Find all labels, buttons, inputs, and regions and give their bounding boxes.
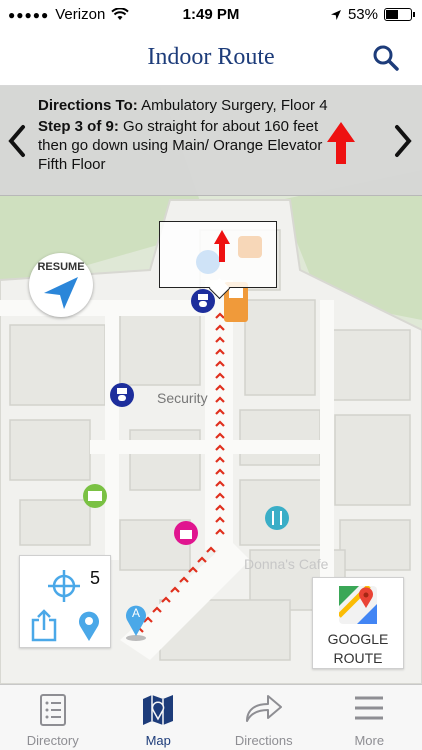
battery-percent: 53% bbox=[347, 6, 378, 23]
tab-more[interactable]: More bbox=[317, 685, 422, 750]
battery-fill bbox=[386, 10, 399, 19]
destination-line: Directions To: Ambulatory Surgery, Floor… bbox=[38, 96, 338, 115]
tab-more-label: More bbox=[354, 733, 385, 748]
chevron-left-icon[interactable] bbox=[6, 124, 28, 158]
restroom-icon bbox=[110, 383, 134, 407]
share-icon[interactable] bbox=[30, 608, 58, 642]
directions-text: Directions To: Ambulatory Surgery, Floor… bbox=[38, 96, 338, 176]
list-icon bbox=[39, 694, 66, 726]
step-callout bbox=[159, 221, 277, 288]
location-services-icon bbox=[330, 9, 341, 20]
tab-map[interactable]: Map bbox=[106, 685, 212, 750]
menu-icon bbox=[355, 696, 384, 720]
step-label: Step 3 of 9: bbox=[38, 118, 119, 135]
chevron-right-icon[interactable] bbox=[392, 124, 414, 158]
start-marker-label: A bbox=[132, 606, 140, 620]
destination-value: Ambulatory Surgery, Floor 4 bbox=[141, 97, 328, 114]
map-icon bbox=[143, 695, 174, 725]
atm-icon bbox=[83, 484, 107, 508]
restroom-icon bbox=[191, 289, 215, 313]
google-route-line1: GOOGLE bbox=[327, 631, 389, 647]
callout-content bbox=[196, 230, 262, 274]
status-bar: ●●●●● Verizon 1:49 PM 53% bbox=[0, 0, 422, 30]
shopping-bag-icon bbox=[174, 521, 198, 545]
navigation-arrow-icon bbox=[44, 277, 78, 309]
destination-label: Directions To: bbox=[38, 97, 138, 114]
tab-directions-label: Directions bbox=[234, 733, 293, 748]
poi-label-cafe: Donna's Cafe bbox=[244, 556, 329, 572]
tab-directory[interactable]: Directory bbox=[0, 685, 106, 750]
location-pin-icon[interactable] bbox=[78, 610, 100, 642]
tab-directions[interactable]: Directions bbox=[211, 685, 317, 750]
google-route-button[interactable]: GOOGLE ROUTE bbox=[312, 577, 404, 669]
tab-bar: Directory Map Directions More bbox=[0, 684, 422, 750]
battery-icon bbox=[384, 8, 415, 21]
directions-banner: Directions To: Ambulatory Surgery, Floor… bbox=[0, 86, 422, 196]
search-icon[interactable] bbox=[372, 44, 400, 72]
google-route-label: GOOGLE ROUTE bbox=[313, 630, 403, 668]
tab-map-label: Map bbox=[145, 733, 171, 748]
crosshair-icon[interactable] bbox=[46, 568, 82, 604]
directions-arrow-icon bbox=[245, 695, 282, 722]
google-maps-icon bbox=[339, 586, 377, 624]
resume-button[interactable]: RESUME bbox=[29, 253, 93, 317]
navigation-bar: Indoor Route bbox=[0, 30, 422, 86]
poi-label-security: Security bbox=[157, 390, 208, 406]
step-line: Step 3 of 9: Go straight for about 160 f… bbox=[38, 117, 338, 174]
map-controls-panel: 5 bbox=[19, 555, 111, 648]
tab-directory-label: Directory bbox=[26, 733, 79, 748]
floor-count: 5 bbox=[90, 568, 101, 588]
dining-icon bbox=[265, 506, 289, 530]
google-route-line2: ROUTE bbox=[333, 650, 383, 666]
up-arrow-icon bbox=[327, 122, 355, 164]
page-title: Indoor Route bbox=[147, 44, 275, 70]
resume-label: RESUME bbox=[37, 261, 85, 273]
